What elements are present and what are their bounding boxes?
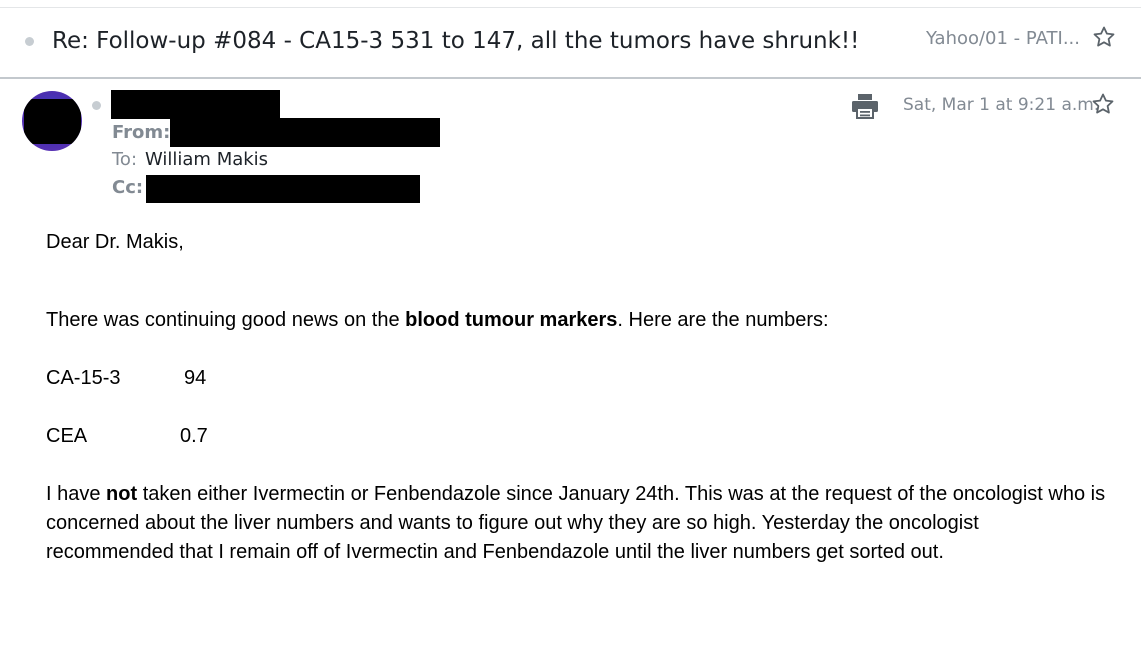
marker-name: CA-15-3 [46, 367, 121, 389]
cc-address-redaction [146, 175, 420, 203]
subject-dot-icon [25, 37, 34, 46]
header-divider [0, 77, 1141, 79]
para1-bold: blood tumour markers [405, 309, 618, 331]
message-date: Sat, Mar 1 at 9:21 a.m. [903, 95, 1100, 115]
body-paragraph-1: There was continuing good news on the bl… [46, 306, 829, 335]
marker-row: CA-15-3 94 [46, 364, 446, 393]
para2-bold: not [106, 483, 138, 505]
star-icon[interactable] [1091, 92, 1115, 116]
to-label: To: [112, 149, 138, 170]
avatar [22, 91, 82, 151]
body-paragraph-2: I have not taken either Ivermectin or Fe… [46, 480, 1106, 567]
subject-bar: Re: Follow-up #084 - CA15-3 531 to 147, … [0, 8, 1141, 76]
star-icon[interactable] [1092, 25, 1116, 49]
sender-name-redaction [111, 90, 280, 119]
marker-value: 0.7 [180, 425, 208, 447]
para1-text: There was continuing good news on the [46, 309, 406, 331]
para2-text-end: taken either Ivermectin or Fenbendazole … [46, 483, 1106, 563]
marker-row: CEA 0.7 [46, 422, 446, 451]
marker-name: CEA [46, 425, 88, 447]
folder-label[interactable]: Yahoo/01 - PATI... [926, 28, 1080, 49]
printer-icon[interactable] [851, 93, 879, 119]
sender-dot-icon [92, 101, 101, 110]
from-label: From: [112, 122, 171, 143]
message-subject: Re: Follow-up #084 - CA15-3 531 to 147, … [52, 28, 860, 54]
avatar-redaction [24, 99, 81, 144]
to-recipient[interactable]: William Makis [145, 149, 268, 170]
para2-text: I have [46, 483, 107, 505]
marker-value: 94 [184, 367, 207, 389]
para1-text-end: . Here are the numbers: [617, 309, 829, 331]
from-address-redaction [170, 118, 440, 147]
cc-label: Cc: [112, 177, 144, 198]
greeting: Dear Dr. Makis, [46, 231, 184, 253]
